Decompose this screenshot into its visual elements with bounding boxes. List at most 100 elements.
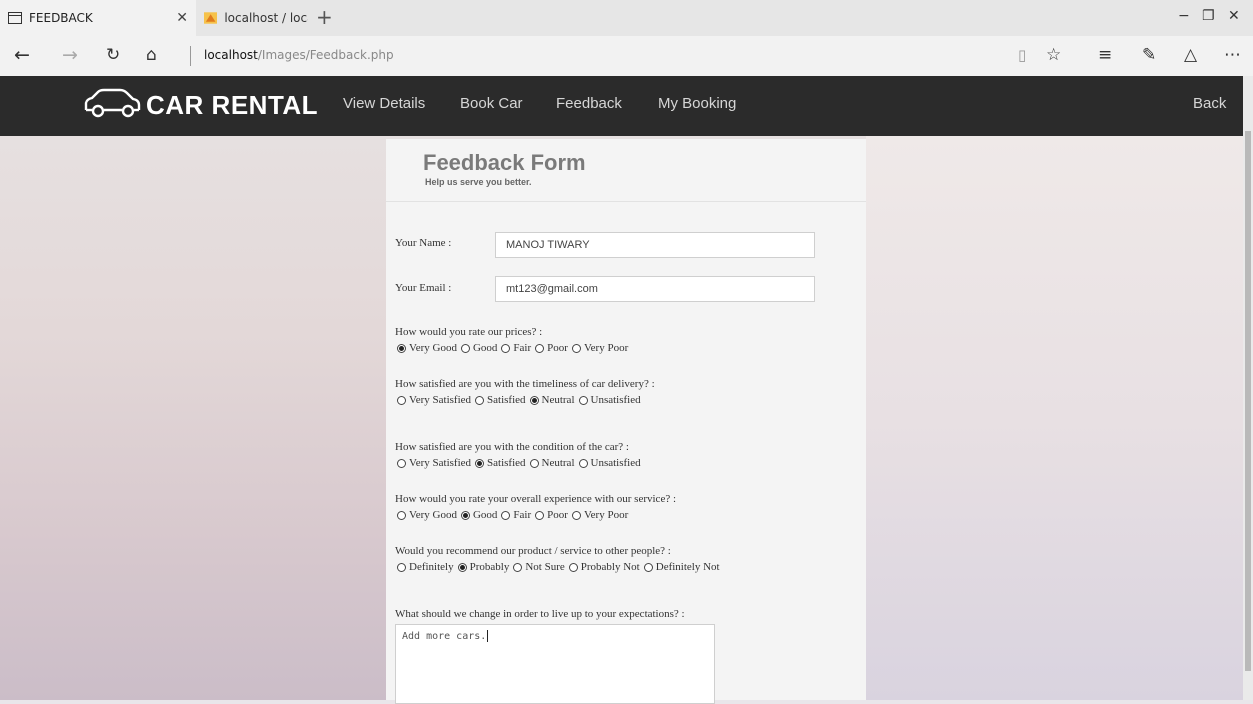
radio-button[interactable] (397, 510, 406, 520)
radio-button[interactable] (501, 510, 511, 520)
hub-icon[interactable]: ≡ (1098, 44, 1112, 66)
radio-option[interactable]: Very Poor (571, 509, 628, 521)
radio-button[interactable] (475, 395, 485, 405)
radio-option[interactable]: Very Good (397, 509, 457, 521)
close-tab-icon[interactable]: ✕ (176, 10, 188, 26)
radio-option[interactable]: Unsatisfied (578, 394, 641, 406)
radio-button[interactable] (578, 458, 588, 468)
radio-button[interactable] (529, 395, 539, 405)
home-icon[interactable]: ⌂ (146, 42, 157, 68)
question-change: What should we change in order to live u… (395, 608, 685, 620)
radio-option[interactable]: Poor (535, 509, 568, 521)
page-background-right (866, 136, 1243, 700)
radio-option[interactable]: Fair (501, 509, 531, 521)
minimize-icon[interactable]: − (1178, 8, 1190, 24)
options-overall: Very Good Good Fair Poor Very Poor (397, 509, 632, 521)
radio-button[interactable] (460, 343, 470, 353)
radio-option[interactable]: Very Satisfied (397, 457, 471, 469)
reading-view-icon[interactable]: ▯ (1018, 44, 1026, 66)
radio-option[interactable]: Very Poor (571, 342, 628, 354)
radio-option[interactable]: Very Satisfied (397, 394, 471, 406)
radio-button[interactable] (397, 343, 406, 353)
radio-button[interactable] (568, 562, 578, 572)
email-label: Your Email : (395, 282, 452, 294)
forward-arrow-icon[interactable]: → (62, 42, 78, 68)
radio-option[interactable]: Probably Not (568, 561, 640, 573)
radio-button[interactable] (643, 562, 653, 572)
radio-option[interactable]: Poor (535, 342, 568, 354)
nav-back[interactable]: Back (1193, 95, 1226, 112)
question-condition: How satisfied are you with the condition… (395, 441, 629, 453)
url-field[interactable]: localhost/Images/Feedback.php (204, 48, 394, 62)
nav-view-details[interactable]: View Details (343, 95, 425, 112)
question-prices: How would you rate our prices? : (395, 326, 543, 338)
radio-option[interactable]: Fair (501, 342, 531, 354)
radio-option[interactable]: Good (460, 509, 497, 521)
radio-option[interactable]: Good (460, 342, 497, 354)
radio-button[interactable] (529, 458, 539, 468)
email-field[interactable]: mt123@gmail.com (495, 276, 815, 302)
car-icon (84, 88, 141, 118)
radio-option[interactable]: Definitely (397, 561, 454, 573)
new-tab-icon[interactable]: + (316, 6, 333, 28)
browser-tab-bar: FEEDBACK ✕ localhost / localhost / car_r… (0, 0, 1253, 36)
radio-option[interactable]: Probably (457, 561, 509, 573)
restore-icon[interactable]: ❐ (1202, 8, 1215, 24)
nav-my-booking[interactable]: My Booking (658, 95, 736, 112)
browser-tab-phpmyadmin[interactable]: localhost / localhost / car_re (196, 0, 308, 36)
refresh-icon[interactable]: ↻ (106, 42, 120, 68)
radio-button[interactable] (460, 510, 470, 520)
radio-option[interactable]: Very Good (397, 342, 457, 354)
radio-option[interactable]: Definitely Not (643, 561, 720, 573)
radio-option[interactable]: Satisfied (475, 394, 526, 406)
radio-option[interactable]: Neutral (529, 457, 575, 469)
name-field[interactable]: MANOJ TIWARY (495, 232, 815, 258)
radio-option[interactable]: Neutral (529, 394, 575, 406)
radio-button[interactable] (578, 395, 588, 405)
change-textarea[interactable]: Add more cars. (395, 624, 715, 704)
options-condition: Very Satisfied Satisfied Neutral Unsatis… (397, 457, 645, 469)
radio-button[interactable] (397, 395, 406, 405)
web-note-icon[interactable]: ✎ (1142, 44, 1156, 66)
scrollbar-thumb[interactable] (1245, 131, 1251, 671)
radio-button[interactable] (475, 458, 485, 468)
change-textarea-value: Add more cars. (402, 631, 487, 642)
options-timeliness: Very Satisfied Satisfied Neutral Unsatis… (397, 394, 645, 406)
url-host: localhost (204, 48, 258, 62)
site-logo[interactable]: CAR RENTAL (82, 88, 318, 122)
question-overall: How would you rate your overall experien… (395, 493, 677, 505)
favorite-star-icon[interactable]: ☆ (1046, 44, 1061, 66)
page-icon (8, 12, 22, 24)
more-icon[interactable]: ⋯ (1224, 44, 1241, 66)
radio-button[interactable] (501, 343, 511, 353)
name-label: Your Name : (395, 237, 452, 249)
radio-button[interactable] (535, 510, 545, 520)
nav-book-car[interactable]: Book Car (460, 95, 523, 112)
nav-feedback[interactable]: Feedback (556, 95, 622, 112)
browser-tab-feedback[interactable]: FEEDBACK ✕ (0, 0, 196, 36)
site-navbar: CAR RENTAL View Details Book Car Feedbac… (0, 76, 1243, 136)
radio-button[interactable] (457, 562, 467, 572)
form-title: Feedback Form (423, 150, 586, 175)
share-icon[interactable]: △ (1184, 44, 1197, 66)
form-subtitle: Help us serve you better. (425, 177, 532, 187)
radio-option[interactable]: Not Sure (513, 561, 565, 573)
radio-button[interactable] (571, 510, 581, 520)
phpmyadmin-icon (204, 12, 218, 24)
tab-title: FEEDBACK (29, 11, 93, 25)
radio-option[interactable]: Unsatisfied (578, 457, 641, 469)
text-caret (487, 630, 489, 642)
address-bar: ← → ↻ ⌂ localhost/Images/Feedback.php ▯ … (0, 36, 1253, 77)
radio-button[interactable] (397, 458, 406, 468)
radio-button[interactable] (535, 343, 545, 353)
page-scrollbar[interactable] (1243, 76, 1253, 700)
options-prices: Very Good Good Fair Poor Very Poor (397, 342, 632, 354)
radio-button[interactable] (513, 562, 523, 572)
back-arrow-icon[interactable]: ← (14, 42, 30, 68)
close-window-icon[interactable]: ✕ (1228, 8, 1240, 24)
radio-button[interactable] (571, 343, 581, 353)
radio-button[interactable] (397, 562, 406, 572)
feedback-form-panel: Feedback Form Help us serve you better. … (386, 139, 866, 704)
options-recommend: Definitely Probably Not Sure Probably No… (397, 561, 724, 573)
radio-option[interactable]: Satisfied (475, 457, 526, 469)
